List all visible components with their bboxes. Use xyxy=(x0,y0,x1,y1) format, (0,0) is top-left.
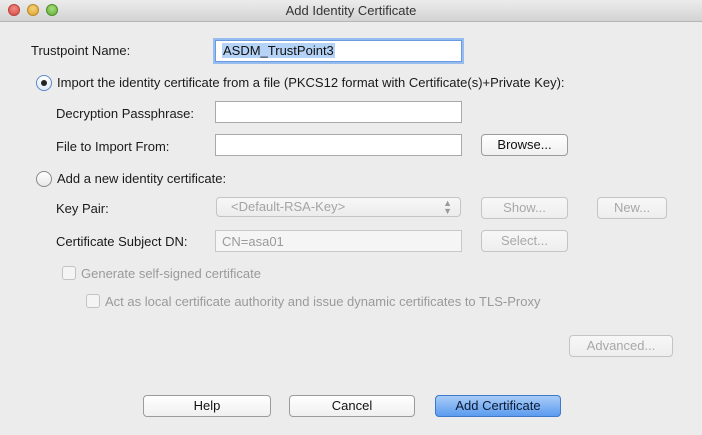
key-pair-value: <Default-RSA-Key> xyxy=(231,199,346,214)
add-identity-certificate-dialog: Add Identity Certificate Trustpoint Name… xyxy=(0,0,702,435)
certificate-subject-dn-label: Certificate Subject DN: xyxy=(56,234,188,249)
import-certificate-radio[interactable] xyxy=(36,75,52,91)
trustpoint-name-value: ASDM_TrustPoint3 xyxy=(222,43,335,58)
title-bar: Add Identity Certificate xyxy=(0,0,702,22)
add-certificate-button[interactable]: Add Certificate xyxy=(435,395,561,417)
certificate-subject-dn-input[interactable] xyxy=(215,230,462,252)
new-key-pair-button[interactable]: New... xyxy=(597,197,667,219)
file-to-import-label: File to Import From: xyxy=(56,139,170,154)
key-pair-select[interactable]: <Default-RSA-Key> ▲ ▼ xyxy=(216,197,461,217)
generate-self-signed-label: Generate self-signed certificate xyxy=(81,266,261,281)
decryption-passphrase-input[interactable] xyxy=(215,101,462,123)
window-title: Add Identity Certificate xyxy=(285,3,417,18)
browse-button[interactable]: Browse... xyxy=(481,134,568,156)
trustpoint-name-label: Trustpoint Name: xyxy=(31,43,131,58)
key-pair-label: Key Pair: xyxy=(56,201,109,216)
advanced-button[interactable]: Advanced... xyxy=(569,335,673,357)
generate-self-signed-checkbox[interactable] xyxy=(62,266,76,280)
trustpoint-name-input[interactable]: ASDM_TrustPoint3 xyxy=(215,40,462,62)
import-certificate-label: Import the identity certificate from a f… xyxy=(57,75,565,90)
act-as-local-ca-checkbox[interactable] xyxy=(86,294,100,308)
new-certificate-radio[interactable] xyxy=(36,171,52,187)
cancel-button[interactable]: Cancel xyxy=(289,395,415,417)
updown-arrows-icon: ▲ ▼ xyxy=(443,198,452,216)
help-button[interactable]: Help xyxy=(143,395,271,417)
radio-selected-dot xyxy=(41,80,47,86)
new-certificate-label: Add a new identity certificate: xyxy=(57,171,227,186)
act-as-local-ca-label: Act as local certificate authority and i… xyxy=(105,294,541,309)
show-key-pair-button[interactable]: Show... xyxy=(481,197,568,219)
file-to-import-input[interactable] xyxy=(215,134,462,156)
select-subject-dn-button[interactable]: Select... xyxy=(481,230,568,252)
decryption-passphrase-label: Decryption Passphrase: xyxy=(56,106,195,121)
